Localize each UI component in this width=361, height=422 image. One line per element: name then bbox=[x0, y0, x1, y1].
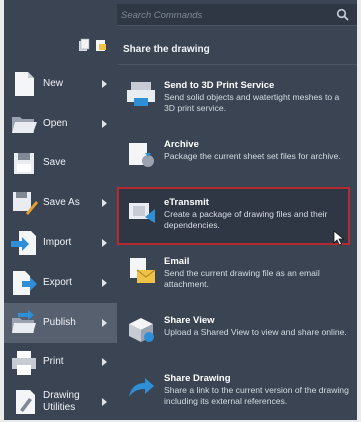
menu-item-import[interactable]: Import bbox=[4, 223, 117, 263]
print-icon bbox=[12, 350, 36, 375]
option-title: eTransmit bbox=[164, 197, 209, 209]
divider bbox=[117, 64, 357, 65]
application-menu: New Open Save Save As Import Export Publ… bbox=[0, 0, 361, 422]
option-description: Upload a Shared View to view and share o… bbox=[164, 326, 347, 337]
menu-item-export-label: Export bbox=[43, 276, 72, 288]
option-title: Email bbox=[164, 256, 190, 268]
menu-item-drawing-utilities[interactable]: Drawing Utilities bbox=[4, 382, 117, 422]
option-email[interactable]: Email Send the current drawing file as a… bbox=[117, 242, 357, 301]
option-title: Share View bbox=[164, 314, 215, 326]
search-icon[interactable] bbox=[336, 8, 349, 21]
etransmit-icon bbox=[129, 203, 155, 224]
menu-item-save[interactable]: Save bbox=[4, 144, 117, 184]
new-file-icon bbox=[15, 72, 34, 96]
search-input[interactable] bbox=[121, 7, 331, 23]
export-icon bbox=[13, 270, 37, 295]
application-menu-left-column: New Open Save Save As Import Export Publ… bbox=[4, 0, 117, 420]
application-menu-list: New Open Save Save As Import Export Publ… bbox=[4, 64, 117, 422]
menu-item-print-label: Print bbox=[43, 356, 64, 368]
drawing-utilities-icon bbox=[16, 390, 35, 415]
submenu-arrow-icon bbox=[102, 278, 107, 287]
option-description: Send the current drawing file as an emai… bbox=[164, 268, 320, 290]
submenu-arrow-icon bbox=[102, 199, 107, 208]
open-documents-icon[interactable] bbox=[94, 38, 108, 52]
submenu-panel: Share the drawing Send to 3D Print Servi… bbox=[117, 0, 357, 420]
menu-item-save-label: Save bbox=[43, 157, 66, 169]
submenu-arrow-icon bbox=[102, 239, 107, 248]
menu-item-publish[interactable]: Publish bbox=[4, 302, 117, 343]
search-bar bbox=[117, 4, 357, 26]
option-title: Send to 3D Print Service bbox=[164, 80, 275, 91]
menu-item-new-label: New bbox=[43, 77, 64, 89]
email-icon bbox=[130, 258, 156, 284]
menu-item-drawing-utilities-label: Drawing Utilities bbox=[43, 390, 80, 414]
publish-icon bbox=[12, 309, 36, 333]
option-description: Package the current sheet set files for … bbox=[164, 150, 341, 161]
option-description: Create a package of drawing files and th… bbox=[164, 209, 328, 231]
import-icon bbox=[11, 231, 36, 256]
menu-item-print[interactable]: Print bbox=[4, 343, 117, 383]
recent-documents-icon[interactable] bbox=[77, 38, 91, 52]
option-share-view[interactable]: Share View Upload a Shared View to view … bbox=[117, 301, 357, 360]
open-folder-icon bbox=[12, 116, 37, 133]
quick-access-icons bbox=[77, 38, 108, 52]
submenu-arrow-icon bbox=[102, 358, 107, 367]
save-as-icon bbox=[13, 192, 38, 216]
option-archive[interactable]: Archive Package the current sheet set fi… bbox=[117, 125, 357, 184]
option-title: Archive bbox=[164, 138, 199, 150]
option-description: Share a link to the current version of t… bbox=[164, 385, 349, 407]
option-share-drawing[interactable]: Share Drawing Share a link to the curren… bbox=[117, 359, 357, 418]
menu-item-export[interactable]: Export bbox=[4, 263, 117, 303]
menu-item-import-label: Import bbox=[43, 237, 72, 249]
publish-options-list: Send to 3D Print Service Send solid obje… bbox=[117, 66, 357, 418]
option-description: Send solid objects and watertight meshes… bbox=[164, 92, 340, 113]
option-etransmit[interactable]: eTransmit Create a package of drawing fi… bbox=[117, 183, 357, 242]
share-view-icon bbox=[129, 317, 154, 342]
menu-item-open[interactable]: Open bbox=[4, 104, 117, 144]
mouse-pointer-icon bbox=[333, 230, 345, 246]
submenu-arrow-icon bbox=[102, 119, 107, 128]
menu-item-publish-label: Publish bbox=[43, 316, 76, 328]
panel-title: Share the drawing bbox=[123, 44, 210, 55]
submenu-arrow-icon bbox=[102, 398, 107, 407]
submenu-arrow-icon bbox=[102, 79, 107, 88]
menu-item-open-label: Open bbox=[43, 117, 68, 129]
option-send-to-3d-print[interactable]: Send to 3D Print Service Send solid obje… bbox=[117, 66, 357, 125]
menu-item-new[interactable]: New bbox=[4, 64, 117, 104]
option-title: Share Drawing bbox=[164, 373, 231, 385]
3d-print-icon bbox=[127, 82, 155, 106]
menu-item-save-as-label: Save As bbox=[43, 197, 80, 209]
menu-item-save-as[interactable]: Save As bbox=[4, 183, 117, 223]
share-drawing-icon bbox=[129, 378, 154, 398]
archive-icon bbox=[129, 142, 154, 167]
submenu-arrow-icon bbox=[102, 318, 107, 327]
save-icon bbox=[14, 152, 34, 174]
